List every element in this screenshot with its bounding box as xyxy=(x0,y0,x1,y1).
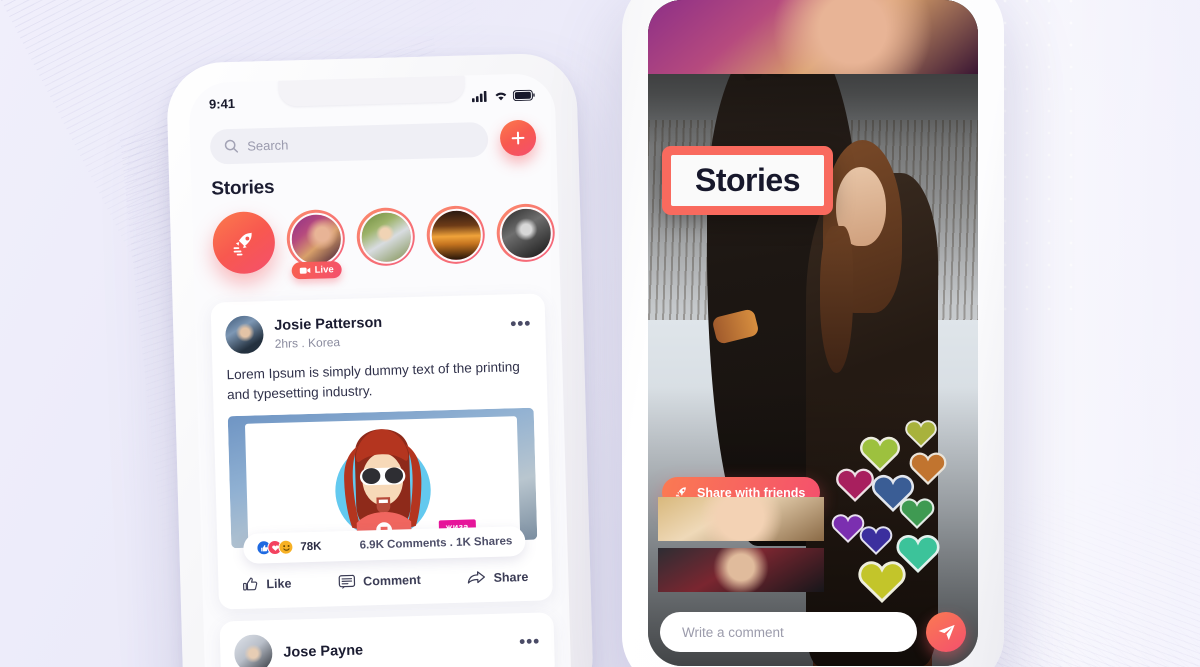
post-more-button[interactable]: ••• xyxy=(519,632,540,653)
list-item[interactable]: Bryan Garner Hey! Very Nice. xyxy=(658,548,825,592)
post-author-name: Jose Payne xyxy=(283,642,364,661)
share-button[interactable]: Share xyxy=(467,569,529,586)
heart-icon xyxy=(859,526,893,555)
search-placeholder: Search xyxy=(246,136,289,154)
story-header: Lulu Hansen 00:12:54 xyxy=(648,0,978,74)
story-thumbnail xyxy=(498,205,553,261)
story-thumbnail xyxy=(288,211,344,266)
reaction-icons xyxy=(256,539,294,556)
comment-composer: Write a comment xyxy=(660,612,966,652)
comment-input[interactable]: Write a comment xyxy=(660,612,917,652)
send-comment-button[interactable] xyxy=(926,612,966,652)
heart-icon xyxy=(899,498,935,529)
story-thumbnail xyxy=(358,209,414,265)
avatar[interactable] xyxy=(658,497,825,541)
thumbs-up-icon xyxy=(242,577,258,591)
post-card-secondary: Jose Payne ••• xyxy=(219,611,556,667)
post-actions: Like Comment Share xyxy=(232,555,539,605)
comment-input-placeholder: Write a comment xyxy=(682,624,784,640)
stories-callout-label: Stories xyxy=(671,155,824,206)
story-ring xyxy=(495,203,556,263)
heart-icon xyxy=(858,561,906,603)
comment-icon xyxy=(338,574,355,589)
story-thumbnail xyxy=(428,207,483,263)
reaction-count: 78K xyxy=(300,540,322,553)
video-camera-icon xyxy=(299,267,311,274)
share-label: Share xyxy=(493,569,529,585)
wifi-icon xyxy=(495,92,507,100)
comment-button[interactable]: Comment xyxy=(338,572,421,590)
post-meta: 2hrs . Korea xyxy=(274,334,341,351)
stories-carousel[interactable]: Live xyxy=(192,191,560,281)
like-button[interactable]: Like xyxy=(242,575,292,592)
search-icon xyxy=(224,139,239,153)
smile-reaction xyxy=(278,539,294,556)
cartoon-girl-illustration xyxy=(335,429,431,539)
comment-label: Comment xyxy=(362,572,422,589)
live-badge: Live xyxy=(291,261,342,280)
send-paper-plane-icon xyxy=(938,624,955,640)
story-item[interactable] xyxy=(495,203,556,263)
floating-hearts-animation xyxy=(831,414,972,614)
heart-icon xyxy=(905,420,937,448)
post-card: Josie Patterson 2hrs . Korea ••• Lorem I… xyxy=(210,293,553,610)
live-badge-label: Live xyxy=(314,264,334,276)
add-post-button[interactable] xyxy=(499,119,537,157)
avatar[interactable] xyxy=(224,315,264,355)
right-phone-mockup: Lulu Hansen 00:12:54 Stories xyxy=(622,0,1004,667)
cellular-signal-icon xyxy=(471,90,487,102)
share-arrow-icon xyxy=(468,571,486,584)
battery-icon xyxy=(512,89,535,101)
story-ring xyxy=(425,205,486,265)
post-more-button[interactable]: ••• xyxy=(510,314,531,335)
like-label: Like xyxy=(266,576,292,591)
story-comments-list: Lucille Kim Awesome! Bryan Garner Hey! V… xyxy=(658,497,825,592)
plus-icon xyxy=(511,131,525,145)
left-phone-mockup: 9:41 Search Stories Live Josie Patterson… xyxy=(165,52,595,667)
right-phone-screen: Lulu Hansen 00:12:54 Stories xyxy=(648,0,978,666)
story-ring xyxy=(355,206,416,267)
status-bar-time: 9:41 xyxy=(208,95,236,112)
post-header: Josie Patterson 2hrs . Korea ••• xyxy=(224,308,532,355)
post-author-name: Josie Patterson xyxy=(274,315,383,335)
avatar[interactable] xyxy=(233,633,273,667)
post-stats: 6.9K Comments . 1K Shares xyxy=(359,535,513,552)
story-ring xyxy=(286,208,346,269)
left-phone-screen: 9:41 Search Stories Live Josie Patterson… xyxy=(188,73,573,667)
create-story-button[interactable] xyxy=(212,210,276,275)
story-item[interactable]: Live xyxy=(286,208,346,280)
post-text: Lorem Ipsum is simply dummy text of the … xyxy=(226,359,521,402)
status-bar-icons xyxy=(471,89,535,102)
list-item[interactable]: Lucille Kim Awesome! xyxy=(658,497,825,541)
rocket-icon xyxy=(233,232,253,256)
story-item[interactable] xyxy=(425,205,486,265)
post-media-card xyxy=(244,416,521,543)
avatar[interactable] xyxy=(648,0,978,74)
avatar[interactable] xyxy=(658,548,825,592)
stories-callout-annotation: Stories xyxy=(662,146,833,215)
story-item[interactable] xyxy=(355,206,416,267)
